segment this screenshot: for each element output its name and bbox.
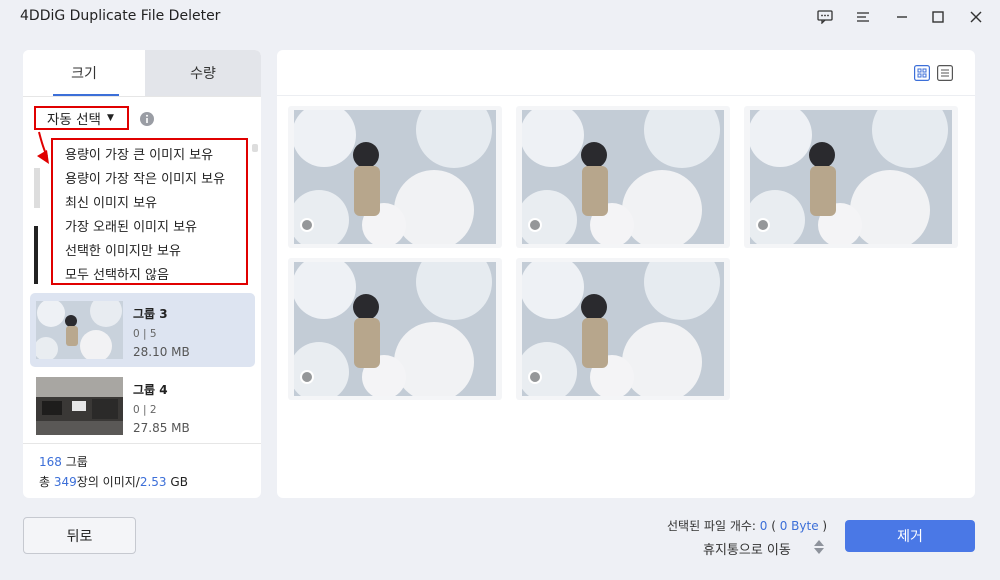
image-card[interactable] [516,258,730,400]
total-size-unit: GB [170,475,188,489]
group-summary: 168 그룹 [39,453,88,470]
divider [277,95,975,96]
image-thumbnail [750,110,952,244]
image-total-count: 349 [53,475,77,489]
group-count: 0 | 5 [133,328,157,340]
divider [23,96,261,97]
image-card[interactable] [288,106,502,248]
group-list-item[interactable]: 그룹 3 0 | 5 28.10 MB [30,293,255,367]
select-radio[interactable] [528,218,542,232]
close-icon[interactable] [965,6,987,28]
total-size: 2.53 [139,475,167,489]
group-size: 27.85 MB [133,421,190,435]
menu-item-keep-largest[interactable]: 용량이 가장 큰 이미지 보유 [53,144,246,168]
menu-item-deselect-all[interactable]: 모두 선택하지 않음 [53,264,246,288]
preview-panel [277,50,975,498]
selected-files-size: 0 Byte [779,519,819,533]
image-card[interactable] [744,106,958,248]
group-total-label: 그룹 [65,455,88,469]
menu-item-keep-smallest[interactable]: 용량이 가장 작은 이미지 보유 [53,168,246,192]
tab-count-label: 수량 [190,66,216,82]
total-prefix: 총 [39,475,51,489]
up-down-arrows-icon[interactable] [813,539,825,555]
image-summary: 총 349장의 이미지/2.53 GB [39,473,188,490]
back-button[interactable]: 뒤로 [23,517,136,554]
grid-view-icon[interactable] [914,65,931,82]
feedback-icon[interactable] [814,6,836,28]
scrollbar[interactable] [252,144,258,152]
remove-button[interactable]: 제거 [845,520,975,552]
annotation-arrow-icon [37,131,49,164]
app-title: 4DDiG Duplicate File Deleter [20,8,221,24]
maximize-icon[interactable] [927,6,949,28]
menu-icon[interactable] [852,6,874,28]
list-view-icon[interactable] [937,65,954,82]
group-total-count: 168 [39,455,62,469]
select-radio[interactable] [528,370,542,384]
caret-down-icon: ▼ [106,113,114,123]
info-icon[interactable] [140,111,154,126]
group-panel: 크기 수량 자동 선택 ▼ 용량이 가장 큰 이미지 보유 용량이 가장 작은 … [23,50,261,498]
group-thumbnail [36,301,123,359]
select-radio[interactable] [300,370,314,384]
select-radio[interactable] [300,218,314,232]
image-thumbnail [294,262,496,396]
group-thumbnail-partial [34,226,38,284]
select-radio[interactable] [756,218,770,232]
image-thumbnail [522,110,724,244]
group-list-item[interactable]: 그룹 4 0 | 2 27.85 MB [30,369,255,443]
selected-files-label: 선택된 파일 개수: [667,519,756,533]
group-count: 0 | 2 [133,404,157,416]
tab-size-label: 크기 [71,66,97,82]
auto-select-dropdown[interactable]: 자동 선택 ▼ [34,106,129,130]
divider [23,443,261,444]
tab-size[interactable]: 크기 [23,50,145,96]
group-thumbnail [36,377,123,435]
image-thumbnail [522,262,724,396]
group-name: 그룹 4 [133,383,168,397]
group-name: 그룹 3 [133,307,168,321]
auto-select-label: 자동 선택 [47,112,101,128]
selected-files-count: 0 [759,519,768,533]
minimize-icon[interactable] [891,6,913,28]
image-total-label: 장의 이미지/ [76,475,140,489]
menu-item-keep-newest[interactable]: 최신 이미지 보유 [53,192,246,216]
menu-item-keep-selected[interactable]: 선택한 이미지만 보유 [53,240,246,264]
image-card[interactable] [516,106,730,248]
image-thumbnail [294,110,496,244]
group-size: 28.10 MB [133,345,190,359]
tab-count[interactable]: 수량 [145,50,261,96]
tab-bar: 크기 수량 [23,50,261,96]
auto-select-menu: 용량이 가장 큰 이미지 보유 용량이 가장 작은 이미지 보유 최신 이미지 … [51,138,248,285]
selected-files-info: 선택된 파일 개수: 0 ( 0 Byte ) [667,519,828,533]
delete-mode-selector[interactable]: 휴지통으로 이동 [703,539,791,558]
menu-item-keep-oldest[interactable]: 가장 오래된 이미지 보유 [53,216,246,240]
title-bar: 4DDiG Duplicate File Deleter [0,0,1000,34]
image-card[interactable] [288,258,502,400]
group-thumbnail-partial [34,168,40,208]
